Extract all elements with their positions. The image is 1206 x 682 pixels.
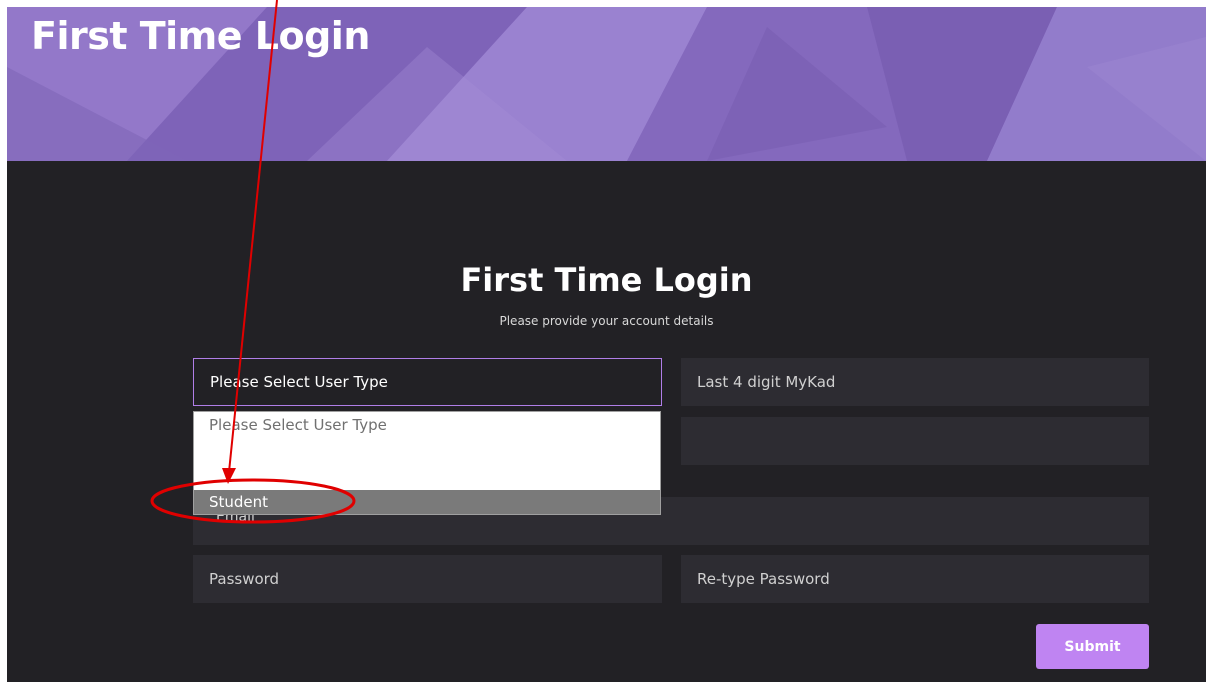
- password-input[interactable]: Password: [193, 555, 662, 603]
- page-frame: First Time Login First Time Login Please…: [7, 7, 1206, 682]
- email-placeholder: Email: [216, 515, 255, 525]
- user-type-select-value: Please Select User Type: [210, 373, 388, 391]
- mykad-input[interactable]: Last 4 digit MyKad: [681, 358, 1149, 406]
- retype-password-input[interactable]: Re-type Password: [681, 555, 1149, 603]
- header-banner: First Time Login: [7, 7, 1206, 161]
- user-type-dropdown-list: Please Select User Type Student: [193, 411, 661, 515]
- mykad-placeholder: Last 4 digit MyKad: [697, 373, 836, 391]
- form-title: First Time Login: [460, 261, 753, 299]
- password-placeholder: Password: [209, 570, 280, 588]
- submit-button[interactable]: Submit: [1036, 624, 1149, 669]
- user-type-select[interactable]: Please Select User Type: [193, 358, 662, 406]
- retype-password-placeholder: Re-type Password: [697, 570, 830, 588]
- banner-title: First Time Login: [31, 14, 370, 58]
- dropdown-option-placeholder[interactable]: Please Select User Type: [194, 416, 660, 434]
- secondary-input[interactable]: [681, 417, 1149, 465]
- form-subtitle: Please provide your account details: [499, 314, 714, 328]
- dropdown-option-student[interactable]: Student: [194, 490, 660, 514]
